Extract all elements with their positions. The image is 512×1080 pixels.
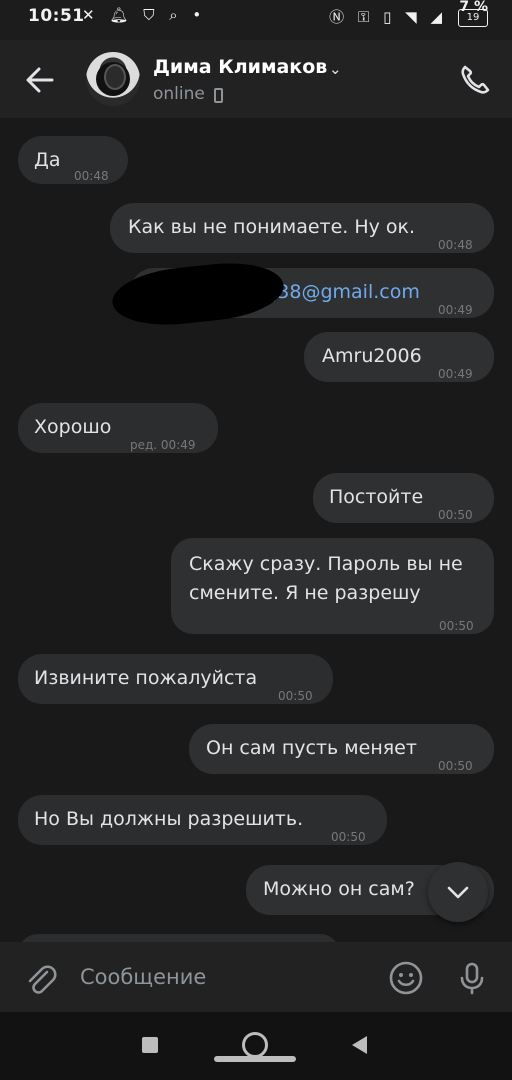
redaction-mark <box>109 257 287 331</box>
nfc-icon: Ⓝ <box>329 8 345 26</box>
message-bubble[interactable]: Как вы не понимаете. Ну ок. 00:48 <box>110 203 494 253</box>
message-time: 00:50 <box>331 830 366 844</box>
dot-icon: • <box>192 6 202 24</box>
message-time: 00:49 <box>438 303 473 317</box>
message-text: Извините пожалуйста <box>34 667 258 689</box>
message-time: 00:50 <box>438 508 473 522</box>
shield-icon: ⛉ <box>143 6 155 24</box>
vpn-icon: ✕ <box>82 6 95 24</box>
message-bubble[interactable]: Извините пожалуйста 00:50 <box>18 654 333 704</box>
contact-status: online <box>153 84 205 104</box>
message-time: 00:50 <box>278 689 313 703</box>
message-bubble[interactable]: Amru2006 00:49 <box>304 332 494 382</box>
chevron-down-icon[interactable]: ⌄ <box>329 60 342 78</box>
message-text-line: Скажу сразу. Пароль вы не <box>189 553 463 575</box>
message-text: Хорошо <box>34 416 112 438</box>
status-left-icons: ✕ 🔔︎ ⛉ ⌕ • <box>82 6 211 24</box>
message-bubble[interactable]: Хорошо ред. 00:49 <box>18 403 218 453</box>
vibrate-icon: ▯ <box>383 8 392 26</box>
chevron-down-icon <box>447 886 469 899</box>
message-bubble[interactable]: Он сам пусть меняет 00:50 <box>189 724 494 774</box>
email-link[interactable]: j38@gmail.com <box>272 278 420 307</box>
call-button[interactable] <box>455 60 495 100</box>
search-icon: ⌕ <box>169 6 178 24</box>
message-time: 00:48 <box>438 238 473 252</box>
message-bubble[interactable]: Постойте 00:50 <box>313 473 494 523</box>
bell-icon: 🔔︎ <box>109 6 129 24</box>
emoji-button[interactable] <box>386 958 426 998</box>
message-time: 00:48 <box>74 169 109 183</box>
contact-name[interactable]: Дима Климаков <box>153 56 327 78</box>
status-time: 10:51 <box>28 6 85 26</box>
message-bubble[interactable]: Но Вы должны разрешить. 00:50 <box>18 795 387 845</box>
message-time: ред. 00:49 <box>130 438 196 452</box>
message-text: Да <box>34 149 61 171</box>
back-button[interactable] <box>20 60 60 100</box>
home-icon[interactable] <box>242 1032 268 1058</box>
message-time: 00:50 <box>438 759 473 773</box>
status-right-icons: Ⓝ ⚿ ▯ ◥ ◢ <box>320 6 442 27</box>
chat-header: Дима Климаков ⌄ online <box>0 40 512 118</box>
message-time: 00:50 <box>439 619 474 633</box>
message-text: Amru2006 <box>322 345 422 367</box>
message-time: 00:49 <box>438 367 473 381</box>
smile-icon <box>389 961 423 995</box>
message-list[interactable]: Да 00:48 Как вы не понимаете. Ну ок. 00:… <box>0 118 512 942</box>
paperclip-icon <box>28 965 57 994</box>
arrow-left-icon <box>26 67 54 93</box>
message-text-line: смените. Я не разрешу <box>189 582 421 604</box>
back-triangle-icon[interactable] <box>352 1036 367 1054</box>
message-bubble[interactable]: Да 00:48 <box>18 136 128 184</box>
key-icon: ⚿ <box>357 8 370 26</box>
recents-icon[interactable] <box>142 1037 158 1053</box>
voice-button[interactable] <box>452 958 492 998</box>
message-composer <box>0 942 512 1012</box>
system-nav-bar <box>0 1012 512 1080</box>
phone-icon <box>461 65 490 94</box>
scroll-down-button[interactable] <box>428 862 488 922</box>
attach-button[interactable] <box>20 958 60 998</box>
message-bubble-partial[interactable] <box>18 934 340 942</box>
microphone-icon <box>460 962 484 995</box>
avatar[interactable] <box>86 52 140 106</box>
message-text: Постойте <box>329 486 424 508</box>
signal-icon: ◢ <box>430 8 442 26</box>
wifi-icon: ◥ <box>405 8 417 26</box>
message-text: Он сам пусть меняет <box>206 737 417 759</box>
message-input[interactable] <box>80 960 370 994</box>
message-text: Как вы не понимаете. Ну ок. <box>128 216 416 238</box>
gesture-bar[interactable] <box>214 1056 296 1062</box>
message-text: Но Вы должны разрешить. <box>34 808 304 830</box>
mobile-device-icon <box>214 88 223 103</box>
status-bar: 10:51 ✕ 🔔︎ ⛉ ⌕ • Ⓝ ⚿ ▯ ◥ ◢ 7 % 19 <box>0 0 512 40</box>
message-text: Можно он сам? <box>263 878 415 900</box>
message-bubble[interactable]: Скажу сразу. Пароль вы не смените. Я не … <box>171 538 494 634</box>
battery-icon: 19 <box>458 9 488 27</box>
